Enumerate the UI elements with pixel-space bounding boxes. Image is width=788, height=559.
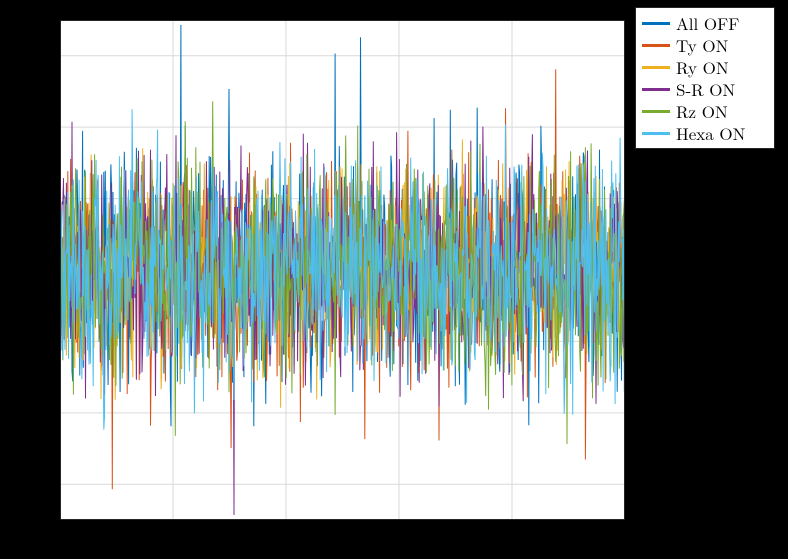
legend-swatch — [642, 66, 670, 69]
legend-label: Ty ON — [676, 33, 728, 57]
legend-label: All OFF — [676, 11, 739, 35]
legend-swatch — [642, 88, 670, 91]
legend-item: Ry ON — [642, 56, 768, 78]
chart-plot-area — [60, 20, 625, 520]
legend-swatch — [642, 110, 670, 113]
legend-item: Hexa ON — [642, 122, 768, 144]
legend-item: S-R ON — [642, 78, 768, 100]
legend-label: Rz ON — [676, 99, 728, 123]
legend-swatch — [642, 132, 670, 135]
chart-legend: All OFF Ty ON Ry ON S-R ON Rz ON Hexa ON — [635, 7, 775, 149]
legend-swatch — [642, 22, 670, 25]
legend-label: Hexa ON — [676, 121, 745, 145]
legend-swatch — [642, 44, 670, 47]
chart-svg — [60, 20, 625, 520]
legend-label: S-R ON — [676, 77, 735, 101]
legend-item: All OFF — [642, 12, 768, 34]
legend-item: Rz ON — [642, 100, 768, 122]
legend-item: Ty ON — [642, 34, 768, 56]
legend-label: Ry ON — [676, 55, 729, 79]
